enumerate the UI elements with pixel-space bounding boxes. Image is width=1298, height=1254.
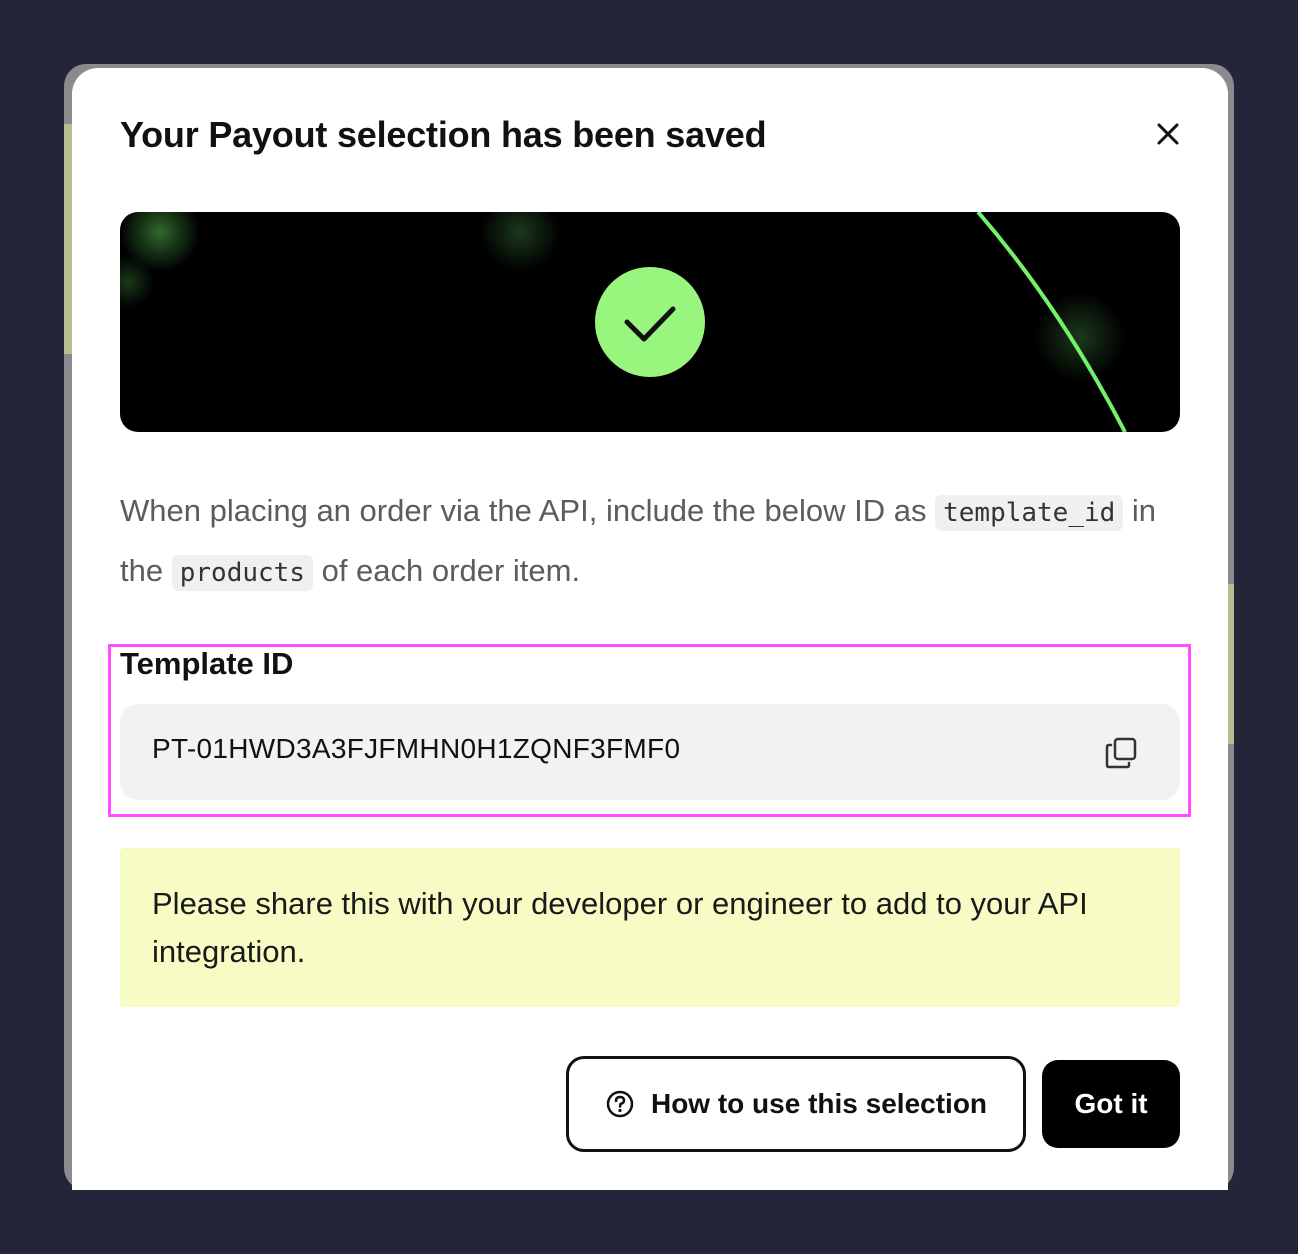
instructions-text: When placing an order via the API, inclu…	[120, 493, 927, 528]
instructions-text: of each order item.	[321, 553, 581, 588]
got-it-button[interactable]: Got it	[1042, 1060, 1180, 1148]
how-to-use-button[interactable]: How to use this selection	[566, 1056, 1026, 1152]
payout-saved-dialog: Your Payout selection has been saved Whe…	[72, 68, 1228, 1190]
check-circle-icon	[595, 267, 705, 377]
code-template-id: template_id	[935, 495, 1124, 531]
api-instructions: When placing an order via the API, inclu…	[120, 482, 1180, 602]
how-to-use-label: How to use this selection	[650, 1088, 988, 1119]
copy-button[interactable]	[1102, 734, 1142, 774]
template-id-label: Template ID	[120, 646, 294, 681]
question-circle-icon	[606, 1090, 634, 1118]
code-products: products	[171, 555, 313, 591]
glow-dot	[480, 212, 560, 272]
template-id-field[interactable]: PT-01HWD3A3FJFMHN0H1ZQNF3FMF0	[120, 704, 1180, 800]
close-icon	[1157, 123, 1179, 145]
background-stripe	[1228, 584, 1234, 744]
dialog-title: Your Payout selection has been saved	[120, 114, 767, 155]
developer-notice: Please share this with your developer or…	[120, 848, 1180, 1007]
copy-icon	[1105, 737, 1137, 769]
template-id-value[interactable]: PT-01HWD3A3FJFMHN0H1ZQNF3FMF0	[152, 729, 680, 769]
success-banner	[120, 212, 1180, 432]
close-button[interactable]	[1148, 114, 1188, 154]
notice-text: Please share this with your developer or…	[152, 886, 1088, 969]
